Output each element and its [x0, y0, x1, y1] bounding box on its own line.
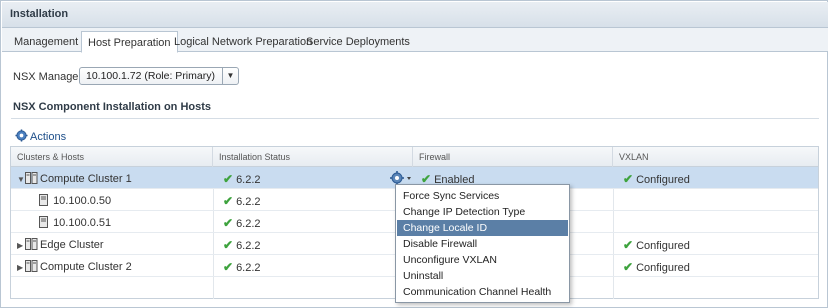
tab-bar: Management Host Preparation Logical Netw…	[2, 28, 828, 53]
status-cell: ✔ 6.2.2	[217, 255, 267, 277]
check-icon: ✔	[623, 172, 634, 186]
section-divider	[11, 118, 819, 119]
cluster-name[interactable]: Compute Cluster 1	[40, 173, 132, 185]
check-icon: ✔	[223, 194, 234, 208]
menu-item-change-locale-id[interactable]: Change Locale ID	[397, 220, 568, 236]
actions-label: Actions	[30, 131, 67, 143]
host-cell: 10.100.0.50	[33, 189, 117, 211]
menu-item-communication-channel-health[interactable]: Communication Channel Health	[397, 284, 568, 300]
menu-item-unconfigure-vxlan[interactable]: Unconfigure VXLAN	[397, 252, 568, 268]
vxlan-cell: ✔ Configured	[617, 255, 696, 277]
cluster-name[interactable]: Edge Cluster	[40, 239, 104, 251]
check-icon: ✔	[223, 172, 234, 186]
host-icon	[39, 216, 48, 228]
check-icon: ✔	[223, 260, 234, 274]
menu-item-disable-firewall[interactable]: Disable Firewall	[397, 236, 568, 252]
gear-icon	[15, 129, 28, 142]
nsx-manager-label: NSX Manager:	[13, 71, 86, 83]
host-icon	[39, 194, 48, 206]
column-header-vxlan[interactable]: VXLAN	[613, 147, 818, 167]
section-title: NSX Component Installation on Hosts	[13, 101, 212, 113]
vxlan-cell: ✔ Configured	[617, 233, 696, 255]
status-value: 6.2.2	[236, 262, 261, 274]
status-cell: ✔ 6.2.2	[217, 211, 267, 233]
check-icon: ✔	[623, 260, 634, 274]
vxlan-value: Configured	[636, 174, 690, 186]
check-icon: ✔	[223, 238, 234, 252]
cluster-icon	[25, 260, 38, 272]
tab-logical-network-preparation[interactable]: Logical Network Preparation	[168, 33, 318, 52]
check-icon: ✔	[223, 216, 234, 230]
actions-button[interactable]: Actions	[15, 129, 66, 143]
host-name[interactable]: 10.100.0.50	[53, 195, 111, 207]
vxlan-cell: ✔ Configured	[617, 167, 696, 189]
installation-panel: Installation Management Host Preparation…	[0, 0, 828, 308]
menu-item-uninstall[interactable]: Uninstall	[397, 268, 568, 284]
cluster-cell: ▶ Compute Cluster 2	[11, 255, 138, 277]
host-cell: 10.100.0.51	[33, 211, 117, 233]
expand-triangle-icon[interactable]: ▼	[17, 175, 25, 184]
chevron-down-icon[interactable]: ▼	[222, 68, 238, 84]
expand-triangle-icon[interactable]: ▶	[17, 263, 25, 272]
cluster-icon	[25, 238, 38, 250]
status-cell: ✔ 6.2.2	[217, 167, 267, 189]
column-header-installation-status[interactable]: Installation Status	[213, 147, 413, 167]
cluster-cell: ▶ Edge Cluster	[11, 233, 110, 255]
menu-item-change-ip-detection-type[interactable]: Change IP Detection Type	[397, 204, 568, 220]
nsx-manager-select[interactable]: 10.100.1.72 (Role: Primary) ▼	[79, 67, 239, 85]
cluster-cell: ▼ Compute Cluster 1	[11, 167, 138, 189]
vxlan-value: Configured	[636, 262, 690, 274]
vxlan-value: Configured	[636, 240, 690, 252]
status-value: 6.2.2	[236, 218, 261, 230]
status-cell: ✔ 6.2.2	[217, 189, 267, 211]
tab-host-preparation[interactable]: Host Preparation	[81, 31, 178, 53]
status-value: 6.2.2	[236, 240, 261, 252]
check-icon: ✔	[623, 238, 634, 252]
menu-item-force-sync-services[interactable]: Force Sync Services	[397, 188, 568, 204]
status-value: 6.2.2	[236, 196, 261, 208]
context-menu: Force Sync Services Change IP Detection …	[395, 184, 570, 303]
status-value: 6.2.2	[236, 174, 261, 186]
grid-header: Clusters & Hosts Installation Status Fir…	[11, 147, 818, 167]
column-header-clusters-hosts[interactable]: Clusters & Hosts	[11, 147, 213, 167]
column-header-firewall[interactable]: Firewall	[413, 147, 613, 167]
tab-service-deployments[interactable]: Service Deployments	[300, 33, 416, 52]
expand-triangle-icon[interactable]: ▶	[17, 241, 25, 250]
panel-title: Installation	[2, 2, 828, 28]
nsx-manager-value: 10.100.1.72 (Role: Primary)	[86, 70, 215, 82]
status-cell: ✔ 6.2.2	[217, 233, 267, 255]
cluster-name[interactable]: Compute Cluster 2	[40, 261, 132, 273]
cluster-icon	[25, 172, 38, 184]
host-name[interactable]: 10.100.0.51	[53, 217, 111, 229]
tab-management[interactable]: Management	[8, 33, 84, 52]
